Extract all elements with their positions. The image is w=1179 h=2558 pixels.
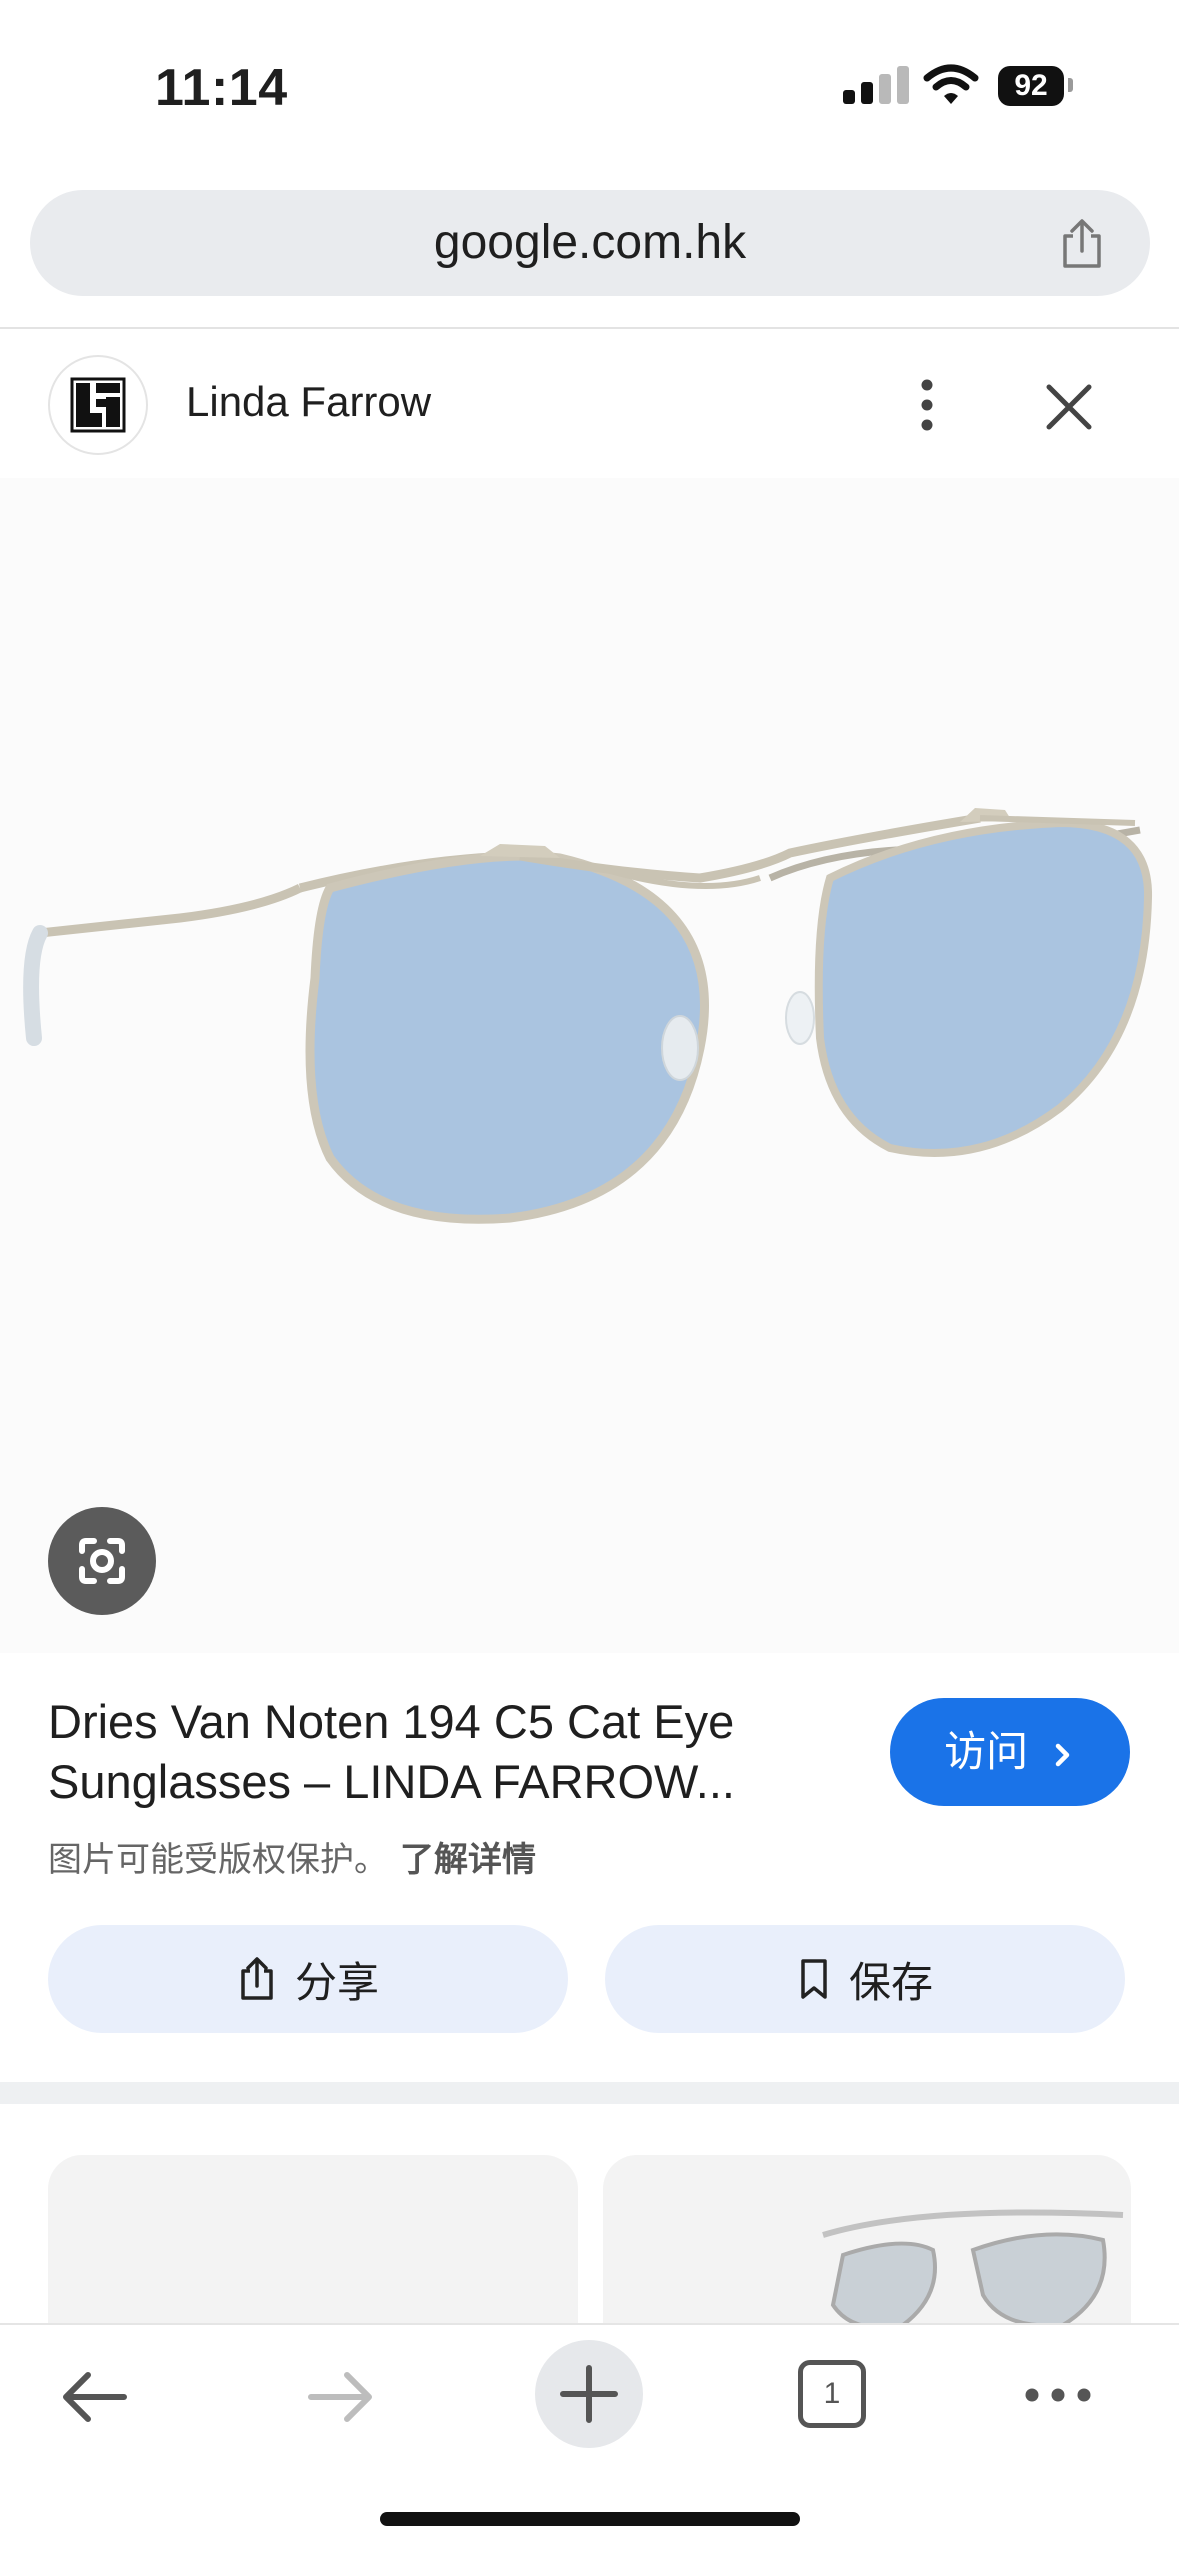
bookmark-icon: [801, 1959, 827, 1999]
share-button[interactable]: 分享: [48, 1925, 568, 2033]
divider: [0, 327, 1179, 329]
back-arrow-icon[interactable]: [58, 2367, 130, 2427]
url-text[interactable]: google.com.hk: [30, 190, 1150, 296]
share-icon[interactable]: [1056, 218, 1108, 270]
address-bar[interactable]: google.com.hk: [30, 190, 1150, 296]
new-tab-button[interactable]: [535, 2340, 643, 2448]
visit-label: 访问: [944, 1728, 1029, 1775]
lens-icon: [79, 1538, 125, 1584]
forward-arrow-icon[interactable]: [305, 2367, 377, 2427]
source-name[interactable]: Linda Farrow: [186, 378, 431, 426]
more-vert-icon[interactable]: [905, 375, 949, 435]
product-image[interactable]: [0, 478, 1179, 1653]
share-label: 分享: [294, 1958, 379, 2006]
status-icons: 92: [843, 62, 1083, 108]
visit-button[interactable]: 访问: [890, 1698, 1130, 1806]
more-horiz-icon[interactable]: [1022, 2375, 1094, 2415]
save-label: 保存: [848, 1958, 933, 2006]
tabs-button[interactable]: 1: [798, 2360, 866, 2428]
copyright-text: 图片可能受版权保护。: [48, 1841, 388, 1879]
tab-count: 1: [823, 2377, 841, 2410]
home-indicator: [380, 2512, 800, 2526]
close-icon[interactable]: [1040, 378, 1098, 436]
result-title[interactable]: Dries Van Noten 194 C5 Cat Eye Sunglasse…: [48, 1692, 818, 1812]
status-time: 11:14: [155, 59, 288, 117]
learn-more-link[interactable]: 了解详情: [400, 1841, 536, 1879]
chevron-right-icon: [1055, 1743, 1070, 1767]
battery-icon: 92: [998, 66, 1064, 106]
copyright-notice: 图片可能受版权保护。 了解详情: [48, 1832, 536, 1881]
wifi-icon: [923, 64, 979, 104]
section-divider: [0, 2082, 1179, 2104]
source-logo[interactable]: [48, 355, 148, 455]
plus-icon: [560, 2365, 618, 2423]
google-lens-button[interactable]: [48, 1507, 156, 1615]
save-button[interactable]: 保存: [605, 1925, 1125, 2033]
sunglasses-image: [23, 808, 1153, 1224]
linda-farrow-logo-icon: [70, 377, 126, 433]
share-icon: [241, 1957, 273, 2000]
battery-tip: [1068, 78, 1073, 92]
